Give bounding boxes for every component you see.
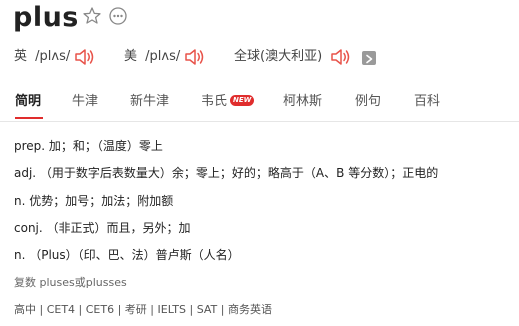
pronunciation-global: 全球(澳大利亚) [234,46,322,68]
definition-item: conj. （非正式）而且，另外；加 [14,221,191,235]
pron-region-global: 全球(澳大利亚) [234,49,323,64]
pronunciation-us: 美 /plʌs/ [124,46,180,68]
speaker-us-icon[interactable] [183,47,205,67]
tab-niujin[interactable]: 牛津 [72,92,98,112]
pron-region-uk: 英 [14,49,28,64]
dictionary-tabs: 简明 牛津 新牛津 韦氏 NEW 柯林斯 例句 百科 [0,92,519,112]
definition-item: n. （Plus）（印、巴、法）普卢斯（人名） [14,248,240,262]
tab-jianming[interactable]: 简明 [15,92,41,112]
tab-liju[interactable]: 例句 [355,92,381,112]
star-icon[interactable] [82,6,102,26]
active-tab-indicator [15,117,43,119]
definition-item: adj. （用于数字后表数量大）余；零上；好的；略高于（A、B 等分数）；正电的 [14,166,439,180]
tab-xin-niujin[interactable]: 新牛津 [130,92,169,112]
speaker-uk-icon[interactable] [73,47,95,67]
pronunciation-uk: 英 /plʌs/ [14,46,70,68]
tabs-divider [0,121,519,122]
tab-weishi[interactable]: 韦氏 NEW [201,92,255,112]
tab-weishi-label: 韦氏 [201,94,228,109]
plural-forms: 复数 pluses或plusses [14,276,127,289]
tab-baike[interactable]: 百科 [414,92,440,112]
more-icon[interactable] [108,6,128,26]
pron-phonetic-us: /plʌs/ [145,49,181,64]
pron-region-us: 美 [124,49,138,64]
new-badge: NEW [230,95,255,106]
definition-item: n. 优势；加号；加法；附加额 [14,194,174,208]
pron-phonetic-uk: /plʌs/ [35,49,71,64]
tab-kelinsi[interactable]: 柯林斯 [283,92,322,112]
exam-tags: 高中 | CET4 | CET6 | 考研 | IELTS | SAT | 商务… [14,303,272,316]
definition-item: prep. 加；和；（温度）零上 [14,139,163,153]
word-title: plus [13,2,79,33]
speaker-global-icon[interactable] [329,47,351,67]
play-icon[interactable] [362,51,376,65]
